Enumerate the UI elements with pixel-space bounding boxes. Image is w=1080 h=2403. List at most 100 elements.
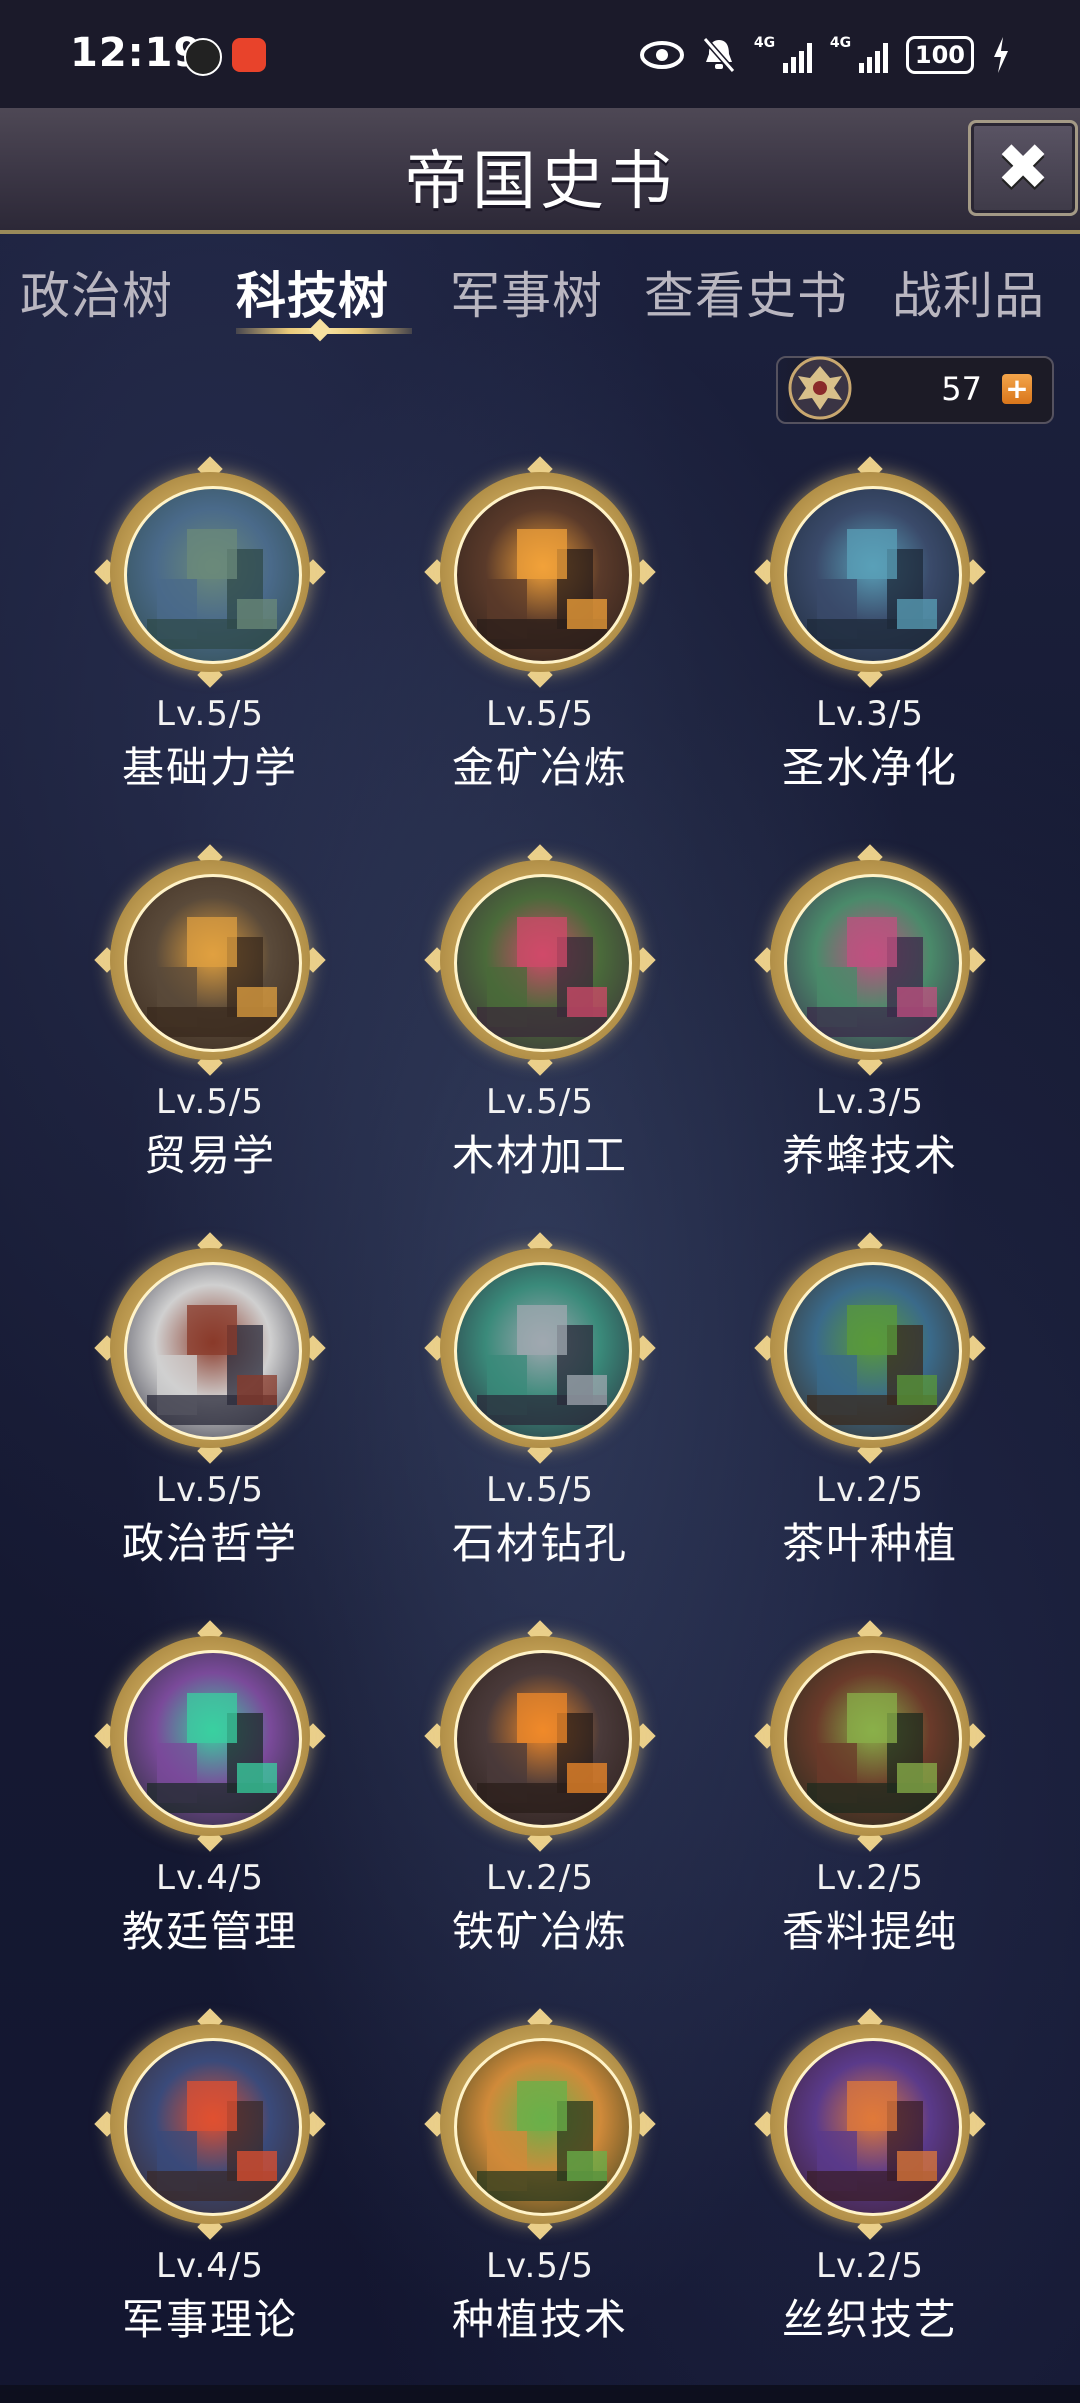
skill-item[interactable]: Lv.5/5 种植技术 <box>390 2008 690 2354</box>
status-bar: 12:19 4G 4G 100 <box>0 0 1080 108</box>
skill-name: 木材加工 <box>451 1131 628 1180</box>
currency-value: 57 <box>941 370 982 408</box>
art-block <box>897 2151 937 2181</box>
tab-politics[interactable]: 政治树 <box>20 256 173 328</box>
skill-item[interactable]: Lv.5/5 贸易学 <box>60 844 360 1190</box>
signal-2-label: 4G <box>829 35 852 51</box>
skill-name: 金矿冶炼 <box>451 743 628 792</box>
market-icon <box>124 874 302 1052</box>
eye-icon <box>639 41 684 69</box>
art-block <box>847 1305 897 1355</box>
mute-bell-icon <box>702 37 736 73</box>
art-block <box>517 529 567 579</box>
tab-bar: 政治树 科技树 军事树 查看史书 战利品 <box>0 236 1080 346</box>
skill-level: Lv.5/5 <box>486 694 594 734</box>
skill-name: 丝织技艺 <box>781 2295 958 2344</box>
skill-level: Lv.3/5 <box>816 1082 924 1122</box>
art-block <box>237 1375 277 1405</box>
weaving-town-icon <box>784 2038 962 2216</box>
taobao-icon <box>232 38 266 72</box>
header: 帝国史书 ✖ <box>0 108 1080 234</box>
art-block <box>517 1693 567 1743</box>
screen: 12:19 4G 4G 100 帝国史书 ✖ 政治树 科技树 军事树 查看史书 … <box>0 0 1080 2403</box>
skill-name: 茶叶种植 <box>781 1519 958 1568</box>
skill-medallion <box>424 844 656 1076</box>
beehive-icon <box>784 874 962 1052</box>
charging-bolt-icon <box>994 37 1008 73</box>
art-block <box>567 1763 607 1793</box>
skill-medallion <box>754 1620 986 1852</box>
skill-name: 政治哲学 <box>121 1519 298 1568</box>
cathedral-icon <box>124 1650 302 1828</box>
skill-item[interactable]: Lv.2/5 茶叶种植 <box>720 1232 1020 1578</box>
bottom-edge <box>0 2385 1080 2403</box>
skill-item[interactable]: Lv.4/5 教廷管理 <box>60 1620 360 1966</box>
skill-medallion <box>754 456 986 688</box>
tea-icon <box>784 1262 962 1440</box>
skill-item[interactable]: Lv.5/5 金矿冶炼 <box>390 456 690 802</box>
tab-military[interactable]: 军事树 <box>450 256 603 328</box>
skill-medallion <box>424 456 656 688</box>
skill-level: Lv.2/5 <box>816 2246 924 2286</box>
art-block <box>237 1763 277 1793</box>
art-block <box>567 2151 607 2181</box>
art-block <box>517 1305 567 1355</box>
add-currency-button[interactable]: + <box>1002 374 1032 404</box>
art-block <box>517 2081 567 2131</box>
skill-level: Lv.5/5 <box>156 1082 264 1122</box>
skill-item[interactable]: Lv.2/5 丝织技艺 <box>720 2008 1020 2354</box>
close-button[interactable]: ✖ <box>968 120 1078 216</box>
art-block <box>187 1693 237 1743</box>
skill-medallion <box>94 456 326 688</box>
skill-item[interactable]: Lv.5/5 木材加工 <box>390 844 690 1190</box>
skill-level: Lv.2/5 <box>486 1858 594 1898</box>
skill-level: Lv.3/5 <box>816 694 924 734</box>
art-block <box>847 917 897 967</box>
skill-item[interactable]: Lv.2/5 香料提纯 <box>720 1620 1020 1966</box>
art-block <box>897 1763 937 1793</box>
art-block <box>897 599 937 629</box>
art-block <box>847 1693 897 1743</box>
art-block <box>187 529 237 579</box>
skill-medallion <box>94 1620 326 1852</box>
art-block <box>847 2081 897 2131</box>
tab-spoils[interactable]: 战利品 <box>892 256 1045 328</box>
skill-level: Lv.4/5 <box>156 1858 264 1898</box>
skill-name: 军事理论 <box>121 2295 298 2344</box>
art-block <box>237 2151 277 2181</box>
skill-level: Lv.2/5 <box>816 1470 924 1510</box>
page-title: 帝国史书 <box>404 145 676 219</box>
skill-name: 圣水净化 <box>781 743 958 792</box>
art-block <box>897 1375 937 1405</box>
skill-level: Lv.5/5 <box>486 1470 594 1510</box>
skill-item[interactable]: Lv.3/5 圣水净化 <box>720 456 1020 802</box>
spice-icon <box>784 1650 962 1828</box>
art-block <box>567 599 607 629</box>
skill-item[interactable]: Lv.4/5 军事理论 <box>60 2008 360 2354</box>
statue-icon <box>124 486 302 664</box>
skill-level: Lv.5/5 <box>486 1082 594 1122</box>
tab-technology[interactable]: 科技树 <box>236 256 389 328</box>
skill-item[interactable]: Lv.3/5 养蜂技术 <box>720 844 1020 1190</box>
art-block <box>187 917 237 967</box>
farm-icon <box>454 2038 632 2216</box>
skill-level: Lv.5/5 <box>156 694 264 734</box>
skill-name: 养蜂技术 <box>781 1131 958 1180</box>
skill-name: 铁矿冶炼 <box>451 1907 628 1956</box>
drill-icon <box>454 1262 632 1440</box>
skill-level: Lv.5/5 <box>486 2246 594 2286</box>
skill-item[interactable]: Lv.5/5 石材钻孔 <box>390 1232 690 1578</box>
art-block <box>237 987 277 1017</box>
qq-icon <box>184 38 222 76</box>
skill-medallion <box>424 1232 656 1464</box>
skill-item[interactable]: Lv.5/5 基础力学 <box>60 456 360 802</box>
tab-history-book[interactable]: 查看史书 <box>644 256 848 328</box>
currency-box: 57 + <box>776 356 1054 424</box>
skill-name: 基础力学 <box>121 743 298 792</box>
skill-medallion <box>754 2008 986 2240</box>
shrine-icon <box>784 486 962 664</box>
art-block <box>897 987 937 1017</box>
skill-item[interactable]: Lv.2/5 铁矿冶炼 <box>390 1620 690 1966</box>
skill-item[interactable]: Lv.5/5 政治哲学 <box>60 1232 360 1578</box>
skill-medallion <box>424 1620 656 1852</box>
